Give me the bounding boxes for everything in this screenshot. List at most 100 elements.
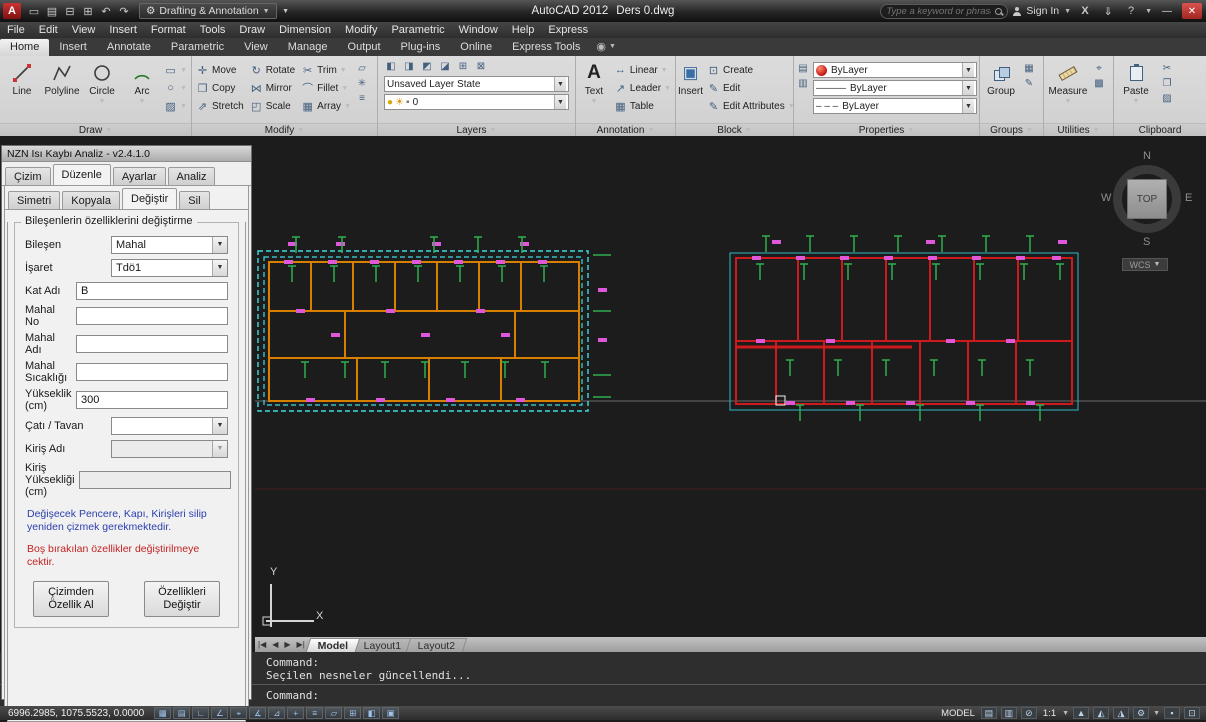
first-tab-icon[interactable]: |◀ xyxy=(255,640,269,649)
view-cube[interactable]: TOP N S W E xyxy=(1100,148,1196,252)
hatch-tool[interactable]: ▨ ▼ xyxy=(162,98,189,114)
menu-file[interactable]: File xyxy=(0,24,32,36)
layer-match-icon[interactable]: ⊠ xyxy=(474,60,488,73)
chevron-down-icon[interactable]: ▼ xyxy=(1153,710,1160,717)
lineweight-toggle[interactable]: ≡ xyxy=(306,707,324,719)
undo-icon[interactable]: ↶ xyxy=(97,3,115,19)
ortho-toggle[interactable]: ∟ xyxy=(192,707,210,719)
move-button[interactable]: ✛ Move xyxy=(194,62,246,78)
qat-menu-icon[interactable]: ▼ xyxy=(277,3,295,19)
menu-modify[interactable]: Modify xyxy=(338,24,384,36)
ribbon-minimize-button[interactable]: ◉ ▼ xyxy=(596,40,616,56)
search-input[interactable] xyxy=(886,5,992,17)
tab-cizim[interactable]: Çizim xyxy=(5,167,51,185)
tab-parametric[interactable]: Parametric xyxy=(161,39,234,56)
rotate-button[interactable]: ↻ Rotate xyxy=(248,62,297,78)
selection-cycling-toggle[interactable]: ◧ xyxy=(363,707,381,719)
layer-state-select[interactable]: Unsaved Layer State ▼ xyxy=(384,76,569,92)
yukseklik-input[interactable] xyxy=(76,391,228,409)
prev-tab-icon[interactable]: ◀ xyxy=(269,640,281,649)
tab-ayarlar[interactable]: Ayarlar xyxy=(112,167,166,185)
minimize-button[interactable]: — xyxy=(1157,3,1177,19)
layer-select[interactable]: ● ☀ ▪ 0 ▼ xyxy=(384,94,569,110)
tab-manage[interactable]: Manage xyxy=(278,39,338,56)
chevron-down-icon[interactable]: ▼ xyxy=(212,236,227,253)
compass-west[interactable]: W xyxy=(1101,192,1111,204)
erase-button[interactable]: ▱ xyxy=(355,62,369,75)
polar-toggle[interactable]: ∠ xyxy=(211,707,229,719)
copy-button[interactable]: ❐ Copy xyxy=(194,80,246,96)
new-icon[interactable]: ▭ xyxy=(25,3,43,19)
cati-tavan-select[interactable]: ▼ xyxy=(111,416,228,435)
menu-view[interactable]: View xyxy=(65,24,103,36)
last-tab-icon[interactable]: ▶| xyxy=(294,640,308,649)
compass-north[interactable]: N xyxy=(1143,150,1151,162)
trim-button[interactable]: ✂ Trim ▼ xyxy=(299,62,353,78)
chevron-down-icon[interactable]: ▼ xyxy=(212,417,227,434)
tab-output[interactable]: Output xyxy=(338,39,391,56)
viewcube-top-face[interactable]: TOP xyxy=(1127,179,1167,219)
paste-button[interactable]: Paste ▼ xyxy=(1116,58,1156,122)
tab-simetri[interactable]: Simetri xyxy=(8,191,61,209)
kiris-adi-select[interactable]: ▼ xyxy=(111,439,228,458)
tab-home[interactable]: Home xyxy=(0,39,50,56)
table-button[interactable]: ▦ Table xyxy=(612,98,673,114)
layer-properties-icon[interactable]: ◧ xyxy=(384,60,398,73)
menu-parametric[interactable]: Parametric xyxy=(384,24,451,36)
measure-button[interactable]: Measure ▼ xyxy=(1046,58,1090,122)
quick-calc-icon[interactable]: ▩ xyxy=(1092,77,1106,90)
panel-block-expander[interactable]: Block ▼ xyxy=(676,123,793,136)
menu-insert[interactable]: Insert xyxy=(102,24,144,36)
auto-annotation-icon[interactable]: ◮ xyxy=(1113,707,1130,719)
apply-properties-button[interactable]: Özellikleri Değiştir xyxy=(144,581,220,617)
menu-window[interactable]: Window xyxy=(452,24,505,36)
compass-south[interactable]: S xyxy=(1143,236,1150,248)
redo-icon[interactable]: ↷ xyxy=(115,3,133,19)
coordinates-readout[interactable]: 6996.2985, 1075.5523, 0.0000 xyxy=(0,708,154,719)
arc-button[interactable]: Arc ▼ xyxy=(122,58,162,122)
save-icon[interactable]: ⊟ xyxy=(61,3,79,19)
panel-modify-expander[interactable]: Modify ▼ xyxy=(192,123,377,136)
otrack-toggle[interactable]: ∡ xyxy=(249,707,267,719)
scale-button[interactable]: ◰ Scale xyxy=(248,98,297,114)
layout-tab-icon[interactable]: ▥ xyxy=(1000,707,1017,719)
close-button[interactable]: ✕ xyxy=(1182,3,1202,19)
tab-annotate[interactable]: Annotate xyxy=(97,39,161,56)
cut-icon[interactable]: ✂ xyxy=(1160,62,1174,75)
create-block-button[interactable]: ⊡ Create xyxy=(705,62,797,78)
exchange-apps-icon[interactable]: X xyxy=(1076,3,1094,19)
viewport-lock-icon[interactable]: ⊘ xyxy=(1020,707,1037,719)
group-button[interactable]: Group xyxy=(982,58,1020,122)
menu-draw[interactable]: Draw xyxy=(232,24,272,36)
fillet-button[interactable]: ⌒ Fillet ▼ xyxy=(299,80,353,96)
download-icon[interactable]: ⇓ xyxy=(1099,3,1117,19)
stretch-button[interactable]: ⇗ Stretch xyxy=(194,98,246,114)
kat-adi-input[interactable] xyxy=(76,281,228,300)
edit-block-button[interactable]: ✎ Edit xyxy=(705,80,797,96)
panel-properties-expander[interactable]: Properties ▼ xyxy=(794,123,979,136)
lineweight-select[interactable]: ——— ByLayer ▼ xyxy=(813,80,977,96)
layer-freeze-icon[interactable]: ◪ xyxy=(438,60,452,73)
tab-layout1[interactable]: Layout1 xyxy=(351,638,414,652)
leader-button[interactable]: ↗ Leader ▼ xyxy=(612,80,673,96)
chevron-down-icon[interactable]: ▼ xyxy=(1145,8,1152,15)
plot-icon[interactable]: ⊞ xyxy=(79,3,97,19)
sign-in-link[interactable]: Sign In xyxy=(1026,5,1059,17)
insert-button[interactable]: ▣ Insert xyxy=(678,58,703,122)
ungroup-icon[interactable]: ▦ xyxy=(1022,62,1036,75)
panel-draw-expander[interactable]: Draw ▼ xyxy=(0,123,191,136)
wcs-selector[interactable]: WCS ▼ xyxy=(1122,258,1168,271)
tab-model[interactable]: Model xyxy=(305,638,361,652)
grid-toggle[interactable]: ▤ xyxy=(173,707,191,719)
tab-degistir[interactable]: Değiştir xyxy=(122,188,178,209)
tab-express-tools[interactable]: Express Tools xyxy=(502,39,590,56)
dyn-toggle[interactable]: + xyxy=(287,707,305,719)
tab-view[interactable]: View xyxy=(234,39,278,56)
text-button[interactable]: A Text ▼ xyxy=(578,58,610,122)
chevron-down-icon[interactable]: ▼ xyxy=(212,259,227,276)
tab-insert[interactable]: Insert xyxy=(49,39,97,56)
ellipse-tool[interactable]: ○ ▼ xyxy=(162,80,189,96)
ducs-toggle[interactable]: ⊿ xyxy=(268,707,286,719)
chevron-down-icon[interactable]: ▼ xyxy=(1062,710,1069,717)
open-icon[interactable]: ▤ xyxy=(43,3,61,19)
